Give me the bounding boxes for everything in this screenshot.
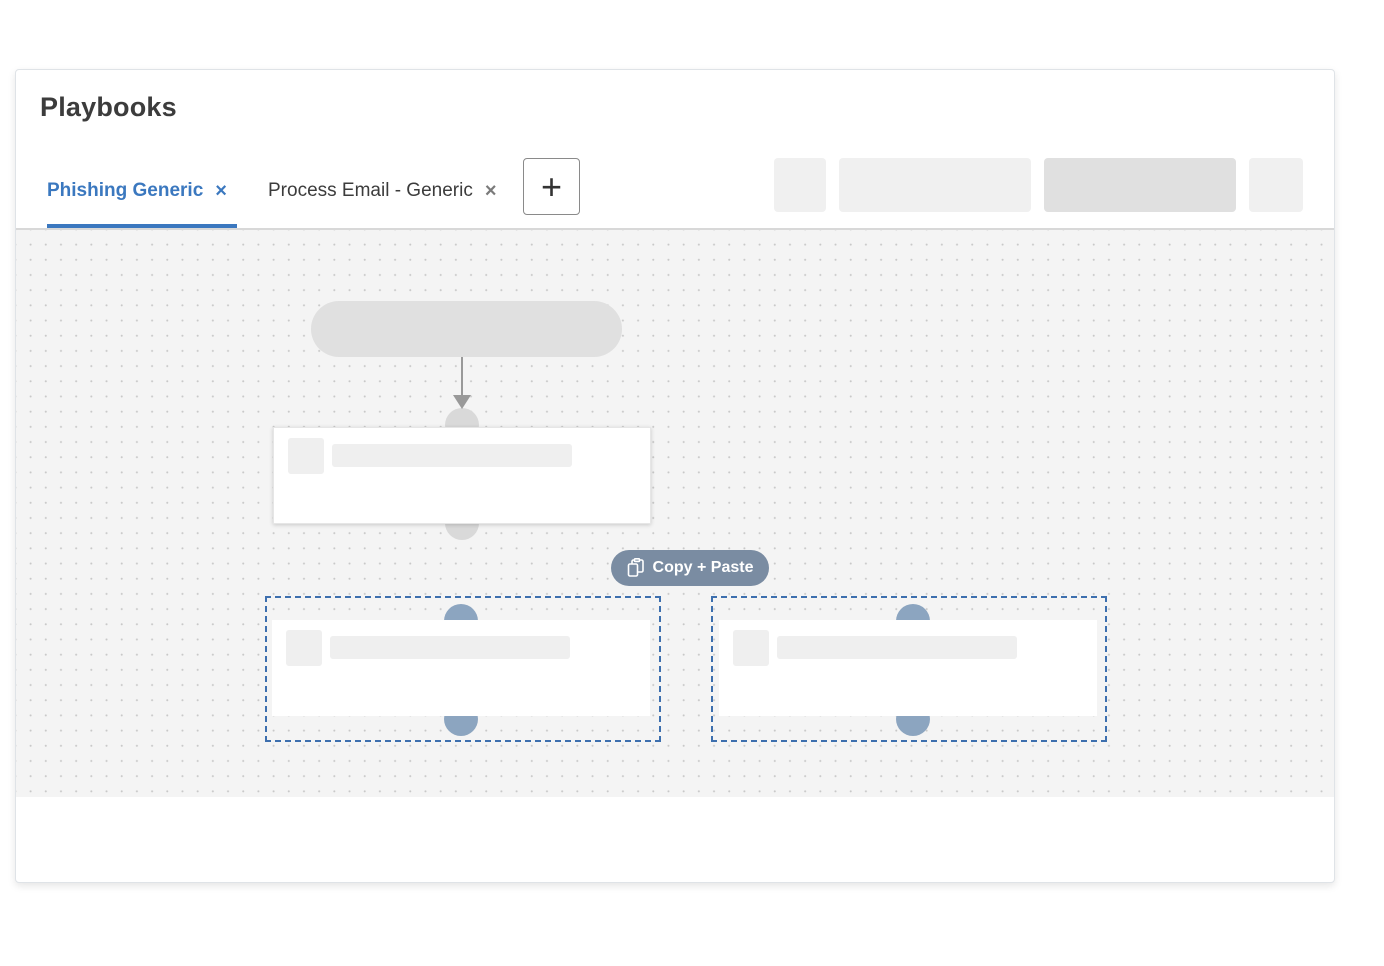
tab-process-email-generic[interactable]: Process Email - Generic × (268, 156, 497, 226)
node-title-placeholder (330, 636, 570, 659)
start-node[interactable] (311, 301, 622, 357)
arrow-head-icon (453, 395, 471, 409)
plus-icon: + (540, 165, 563, 207)
node-title-placeholder (777, 636, 1017, 659)
clipboard-copy-icon (627, 558, 645, 578)
playbooks-window: Playbooks Phishing Generic × Process Ema… (15, 69, 1335, 883)
toolbar-button-placeholder[interactable] (1249, 158, 1303, 212)
toolbar-button-placeholder[interactable] (1044, 158, 1236, 212)
task-node[interactable] (273, 427, 651, 524)
close-icon[interactable]: × (215, 180, 227, 203)
copy-paste-button[interactable]: Copy + Paste (611, 550, 769, 586)
add-tab-button[interactable]: + (523, 158, 580, 215)
selected-task-node[interactable] (272, 620, 650, 716)
close-icon[interactable]: × (485, 180, 497, 203)
tab-label: Phishing Generic (47, 180, 204, 201)
node-icon-placeholder (288, 438, 324, 474)
toolbar-button-placeholder[interactable] (774, 158, 826, 212)
node-title-placeholder (332, 444, 572, 467)
page-title: Playbooks (40, 92, 177, 122)
connector-line (461, 357, 463, 397)
selected-task-node[interactable] (719, 620, 1097, 716)
toolbar-button-placeholder[interactable] (839, 158, 1031, 212)
tab-label: Process Email - Generic (268, 180, 473, 201)
playbook-canvas[interactable]: Copy + Paste (16, 228, 1334, 797)
node-icon-placeholder (733, 630, 769, 666)
tab-phishing-generic[interactable]: Phishing Generic × (47, 156, 227, 226)
copy-paste-label: Copy + Paste (652, 559, 754, 576)
node-icon-placeholder (286, 630, 322, 666)
playbook-tabs: Phishing Generic × Process Email - Gener… (16, 156, 1334, 228)
